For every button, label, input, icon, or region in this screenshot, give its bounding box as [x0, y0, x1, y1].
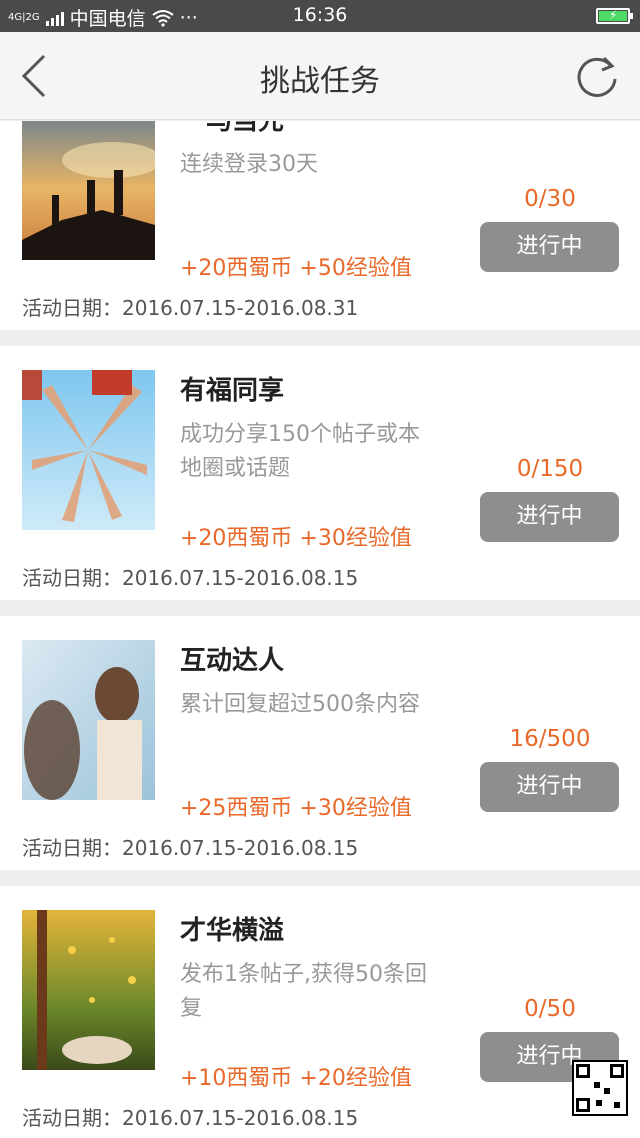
task-date: 活动日期：2016.07.15-2016.08.31	[22, 296, 359, 320]
task-thumbnail	[22, 640, 155, 800]
task-description: 连续登录30天	[180, 152, 318, 177]
task-progress: 0/150	[516, 456, 584, 482]
task-list: 一马当先 连续登录30天 +20西蜀币 +50经验值 0/30 进行中 活动日期…	[0, 121, 640, 1138]
nav-bar: 挑战任务	[0, 32, 640, 120]
task-progress: 0/50	[524, 996, 576, 1022]
status-button[interactable]: 进行中	[480, 222, 619, 272]
task-date: 活动日期：2016.07.15-2016.08.15	[22, 836, 359, 860]
task-description: 成功分享150个帖子或本地圈或话题	[180, 422, 420, 481]
status-button[interactable]: 进行中	[480, 492, 619, 542]
task-card: 才华横溢 发布1条帖子,获得50条回复 +10西蜀币 +20经验值 0/50 进…	[0, 886, 640, 1138]
task-card: 一马当先 连续登录30天 +20西蜀币 +50经验值 0/30 进行中 活动日期…	[0, 121, 640, 330]
status-button[interactable]: 进行中	[480, 762, 619, 812]
task-reward: +10西蜀币 +20经验值	[180, 1066, 412, 1091]
status-bar: 4G|2G 中国电信 ··· 16:36 ⚡	[0, 0, 640, 32]
clock: 16:36	[292, 4, 348, 26]
task-progress: 0/30	[524, 186, 576, 212]
qr-code-watermark	[572, 1060, 628, 1116]
task-thumbnail	[22, 121, 155, 260]
task-name: 一马当先	[180, 121, 285, 136]
task-thumbnail	[22, 910, 155, 1070]
task-progress: 16/500	[509, 726, 591, 752]
task-thumbnail	[22, 370, 155, 530]
task-card: 互动达人 累计回复超过500条内容 +25西蜀币 +30经验值 16/500 进…	[0, 616, 640, 870]
task-name: 互动达人	[180, 646, 285, 676]
task-description: 发布1条帖子,获得50条回复	[180, 962, 427, 1021]
page-title: 挑战任务	[260, 64, 380, 99]
battery-icon: ⚡	[596, 8, 633, 24]
task-date: 活动日期：2016.07.15-2016.08.15	[22, 1106, 359, 1130]
task-card: 有福同享 成功分享150个帖子或本地圈或话题 +20西蜀币 +30经验值 0/1…	[0, 346, 640, 600]
task-reward: +20西蜀币 +50经验值	[180, 256, 412, 281]
task-name: 才华横溢	[180, 916, 285, 946]
task-description: 累计回复超过500条内容	[180, 692, 420, 717]
task-reward: +20西蜀币 +30经验值	[180, 526, 412, 551]
task-date: 活动日期：2016.07.15-2016.08.15	[22, 566, 359, 590]
task-name: 有福同享	[180, 376, 285, 406]
task-reward: +25西蜀币 +30经验值	[180, 796, 412, 821]
refresh-icon[interactable]	[574, 54, 620, 100]
